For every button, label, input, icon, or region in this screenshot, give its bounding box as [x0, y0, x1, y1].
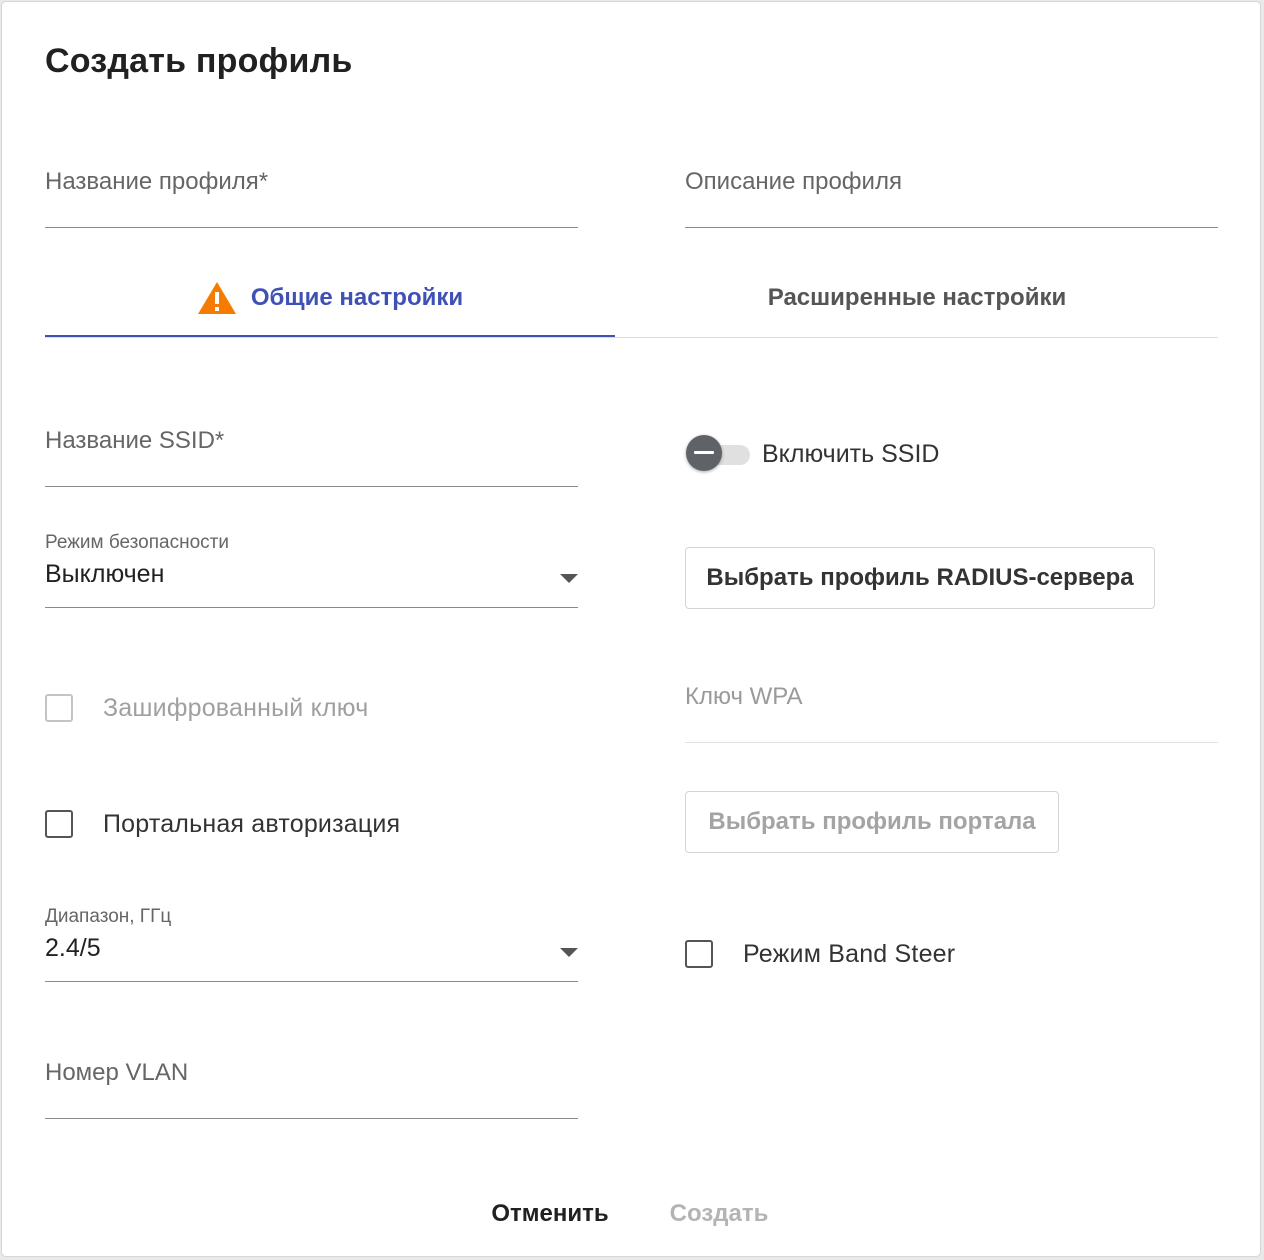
- profile-description-field[interactable]: Описание профиля: [685, 168, 1218, 228]
- dropdown-arrow-icon[interactable]: [560, 574, 578, 583]
- profile-name-label: Название профиля*: [45, 168, 269, 195]
- security-mode-select[interactable]: Режим безопасности Выключен: [45, 532, 578, 608]
- encrypted-key-checkbox[interactable]: Зашифрованный ключ: [45, 688, 368, 728]
- ssid-name-field[interactable]: Название SSID*: [45, 427, 578, 487]
- wpa-key-label: Ключ WPA: [685, 683, 803, 710]
- profile-name-underline: [45, 227, 578, 228]
- band-steer-checkbox-box[interactable]: [685, 940, 713, 968]
- encrypted-key-checkbox-box[interactable]: [45, 694, 73, 722]
- band-steer-label: Режим Band Steer: [743, 939, 956, 968]
- security-mode-underline: [45, 607, 578, 608]
- tab-advanced-settings[interactable]: Расширенные настройки: [632, 260, 1202, 336]
- band-value: 2.4/5: [45, 934, 101, 962]
- wpa-key-underline: [685, 742, 1218, 743]
- tab-general-settings[interactable]: Общие настройки: [45, 260, 615, 338]
- vlan-number-label: Номер VLAN: [45, 1059, 189, 1086]
- create-button[interactable]: Создать: [652, 1192, 786, 1236]
- band-steer-checkbox[interactable]: Режим Band Steer: [685, 934, 955, 974]
- cancel-button[interactable]: Отменить: [480, 1192, 620, 1236]
- tab-advanced-settings-label: Расширенные настройки: [767, 284, 1067, 311]
- band-label: Диапазон, ГГц: [45, 906, 172, 927]
- warning-triangle-icon: [197, 282, 236, 314]
- ssid-name-underline: [45, 486, 578, 487]
- create-profile-dialog: Создать профиль Название профиля* Описан…: [2, 2, 1260, 1256]
- band-underline: [45, 981, 578, 982]
- encrypted-key-label: Зашифрованный ключ: [103, 693, 369, 722]
- vlan-number-field[interactable]: Номер VLAN: [45, 1059, 578, 1119]
- security-mode-label: Режим безопасности: [45, 532, 229, 553]
- vlan-number-underline: [45, 1118, 578, 1119]
- portal-auth-checkbox[interactable]: Портальная авторизация: [45, 804, 400, 844]
- select-radius-profile-button[interactable]: Выбрать профиль RADIUS-сервера: [685, 547, 1155, 609]
- wpa-key-field[interactable]: Ключ WPA: [685, 683, 1218, 743]
- ssid-name-label: Название SSID*: [45, 427, 225, 454]
- security-mode-value: Выключен: [45, 560, 165, 588]
- profile-description-underline: [685, 227, 1218, 228]
- toggle-knob-icon[interactable]: [686, 435, 722, 471]
- portal-auth-checkbox-box[interactable]: [45, 810, 73, 838]
- profile-name-field[interactable]: Название профиля*: [45, 168, 578, 228]
- profile-description-label: Описание профиля: [685, 168, 902, 195]
- tab-general-settings-label: Общие настройки: [250, 284, 464, 311]
- portal-auth-label: Портальная авторизация: [103, 809, 401, 838]
- band-select[interactable]: Диапазон, ГГц 2.4/5: [45, 906, 578, 982]
- dialog-title: Создать профиль: [45, 42, 353, 80]
- dropdown-arrow-icon[interactable]: [560, 948, 578, 957]
- enable-ssid-toggle[interactable]: Включить SSID: [686, 432, 939, 476]
- settings-tabs: Общие настройки Расширенные настройки: [45, 260, 1218, 338]
- tabs-baseline: [45, 337, 1218, 338]
- toggle-track[interactable]: [686, 435, 750, 471]
- enable-ssid-label: Включить SSID: [762, 439, 940, 468]
- select-portal-profile-button[interactable]: Выбрать профиль портала: [685, 791, 1059, 853]
